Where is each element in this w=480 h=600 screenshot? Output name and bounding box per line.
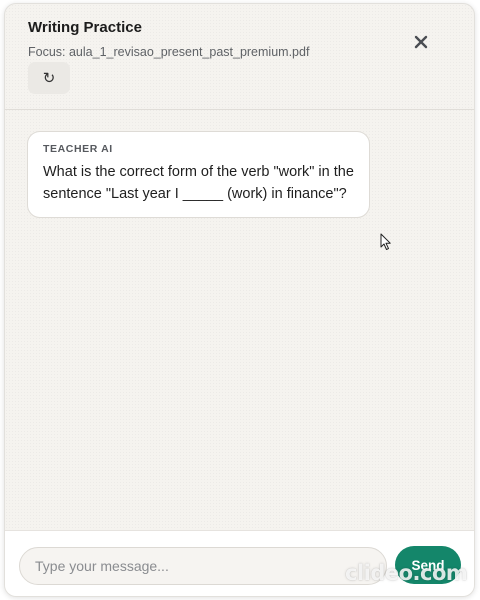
refresh-button[interactable]: ↻ [28,62,70,94]
close-icon [414,35,428,49]
message-text: What is the correct form of the verb "wo… [43,164,354,202]
composer-bar: Send [5,530,474,596]
send-button[interactable]: Send [395,546,461,584]
writing-practice-panel: Writing Practice Focus: aula_1_revisao_p… [4,3,475,597]
message-input[interactable] [19,547,387,585]
panel-title: Writing Practice [28,19,142,36]
mouse-cursor-icon [380,233,391,250]
focus-file-label: Focus: aula_1_revisao_present_past_premi… [28,45,310,59]
refresh-icon: ↻ [42,70,56,87]
message-bubble: TEACHER AI What is the correct form of t… [27,131,370,218]
message-list: TEACHER AI What is the correct form of t… [5,111,474,531]
close-button[interactable] [407,28,435,56]
panel-header: Writing Practice Focus: aula_1_revisao_p… [5,4,474,110]
message-sender: TEACHER AI [43,143,113,155]
